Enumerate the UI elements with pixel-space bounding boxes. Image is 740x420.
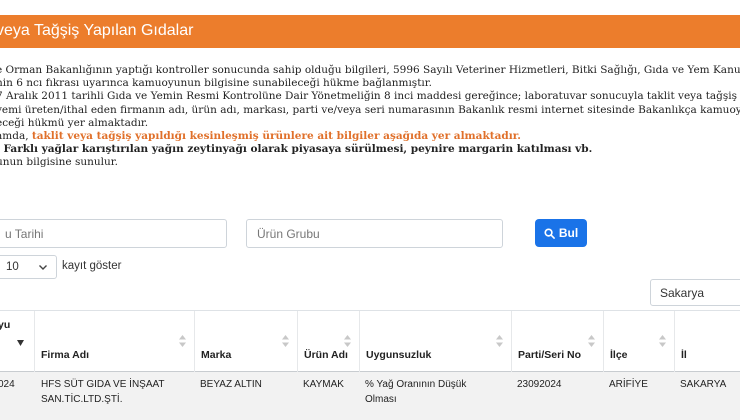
- page-title: veya Tağşiş Yapılan Gıdalar: [0, 22, 194, 39]
- cell-nonconformity: % Yağ Oranının Düşük Olması: [365, 379, 467, 405]
- intro-line: : Farklı yağlar karıştırılan yağın zeyti…: [0, 143, 593, 156]
- intro-text: e Orman Bakanlığının yaptığı kontroller …: [0, 64, 740, 170]
- search-button-label: Bul: [558, 226, 579, 240]
- cell-date: 024: [0, 379, 15, 390]
- cell-firm: HFS SÜT GIDA VE İNŞAAT SAN.TİC.LTD.ŞTİ.: [41, 379, 165, 405]
- intro-line-prefix: amda,: [0, 130, 29, 143]
- intro-line: 7 Aralık 2011 tarihli Gıda ve Yemin Resm…: [0, 90, 740, 103]
- column-header-brand[interactable]: Marka: [194, 311, 297, 373]
- intro-line: e Orman Bakanlığının yaptığı kontroller …: [0, 64, 740, 76]
- product-group-input[interactable]: [247, 220, 502, 247]
- page-length-value: 10: [6, 261, 19, 273]
- cell-product: KAYMAK: [303, 379, 344, 390]
- page-banner: veya Tağşiş Yapılan Gıdalar: [0, 15, 740, 48]
- sort-icon: [496, 335, 503, 347]
- search-icon: [544, 227, 555, 239]
- intro-line: amda, taklit veya tağşiş yapıldığı kesin…: [0, 130, 740, 143]
- intro-line: eceği hükmü yer almaktadır.: [0, 116, 149, 129]
- cell-province: SAKARYA: [680, 379, 727, 390]
- sort-icon: [588, 335, 595, 347]
- column-header-label: Uygunsuzluk: [366, 349, 432, 361]
- cell-brand: BEYAZ ALTIN: [200, 379, 262, 390]
- sort-icon: [344, 335, 351, 347]
- city-filter-value: Sakarya: [660, 286, 705, 300]
- column-header-label: İlçe: [610, 349, 628, 361]
- column-header-nonconformity[interactable]: Uygunsuzluk: [359, 311, 511, 373]
- column-header-label: Ürün Adı: [304, 349, 348, 361]
- sort-icon: [659, 335, 666, 347]
- column-header-product[interactable]: Ürün Adı: [297, 311, 359, 373]
- column-header-date[interactable]: yu: [0, 311, 34, 373]
- column-header-district[interactable]: İlçe: [603, 311, 674, 373]
- column-header-label: Marka: [201, 349, 232, 361]
- column-header-firm[interactable]: Firma Adı: [34, 311, 194, 373]
- cell-lot: 23092024: [517, 379, 562, 390]
- date-filter-input[interactable]: [0, 220, 226, 247]
- table-row: 024 HFS SÜT GIDA VE İNŞAAT SAN.TİC.LTD.Ş…: [0, 372, 740, 420]
- page-length-select[interactable]: 10: [0, 255, 57, 279]
- intro-line: nin 6 ncı fıkrası uyarınca kamuoyunun bi…: [0, 77, 432, 90]
- sort-icon: [282, 335, 289, 347]
- sort-desc-icon: [17, 340, 24, 346]
- intro-line: yemi üreten/ithal eden firmanın adı, ürü…: [0, 103, 740, 116]
- date-filter-field[interactable]: [0, 219, 227, 248]
- column-header-label: yu: [0, 319, 11, 331]
- table-header: yu Firma Adı Marka Ürün Adı Uygunsuzluk …: [0, 310, 740, 373]
- column-header-province[interactable]: İl: [674, 311, 740, 373]
- cell-district: ARİFİYE: [609, 379, 648, 390]
- intro-highlight: taklit veya tağşiş yapıldığı kesinleşmiş…: [31, 130, 521, 143]
- column-header-label: İl: [681, 349, 687, 361]
- sort-icon: [179, 335, 186, 347]
- search-button[interactable]: Bul: [535, 219, 587, 247]
- product-group-field[interactable]: [246, 219, 503, 248]
- column-header-label: Parti/Seri No: [518, 349, 582, 361]
- column-header-label: Firma Adı: [41, 349, 90, 361]
- chevron-down-icon: [39, 265, 47, 270]
- intro-line: unun bilgisine sunulur.: [0, 156, 118, 169]
- column-header-lot[interactable]: Parti/Seri No: [511, 311, 603, 373]
- page-length-label: kayıt göster: [62, 260, 122, 272]
- city-filter-select[interactable]: Sakarya: [650, 279, 740, 306]
